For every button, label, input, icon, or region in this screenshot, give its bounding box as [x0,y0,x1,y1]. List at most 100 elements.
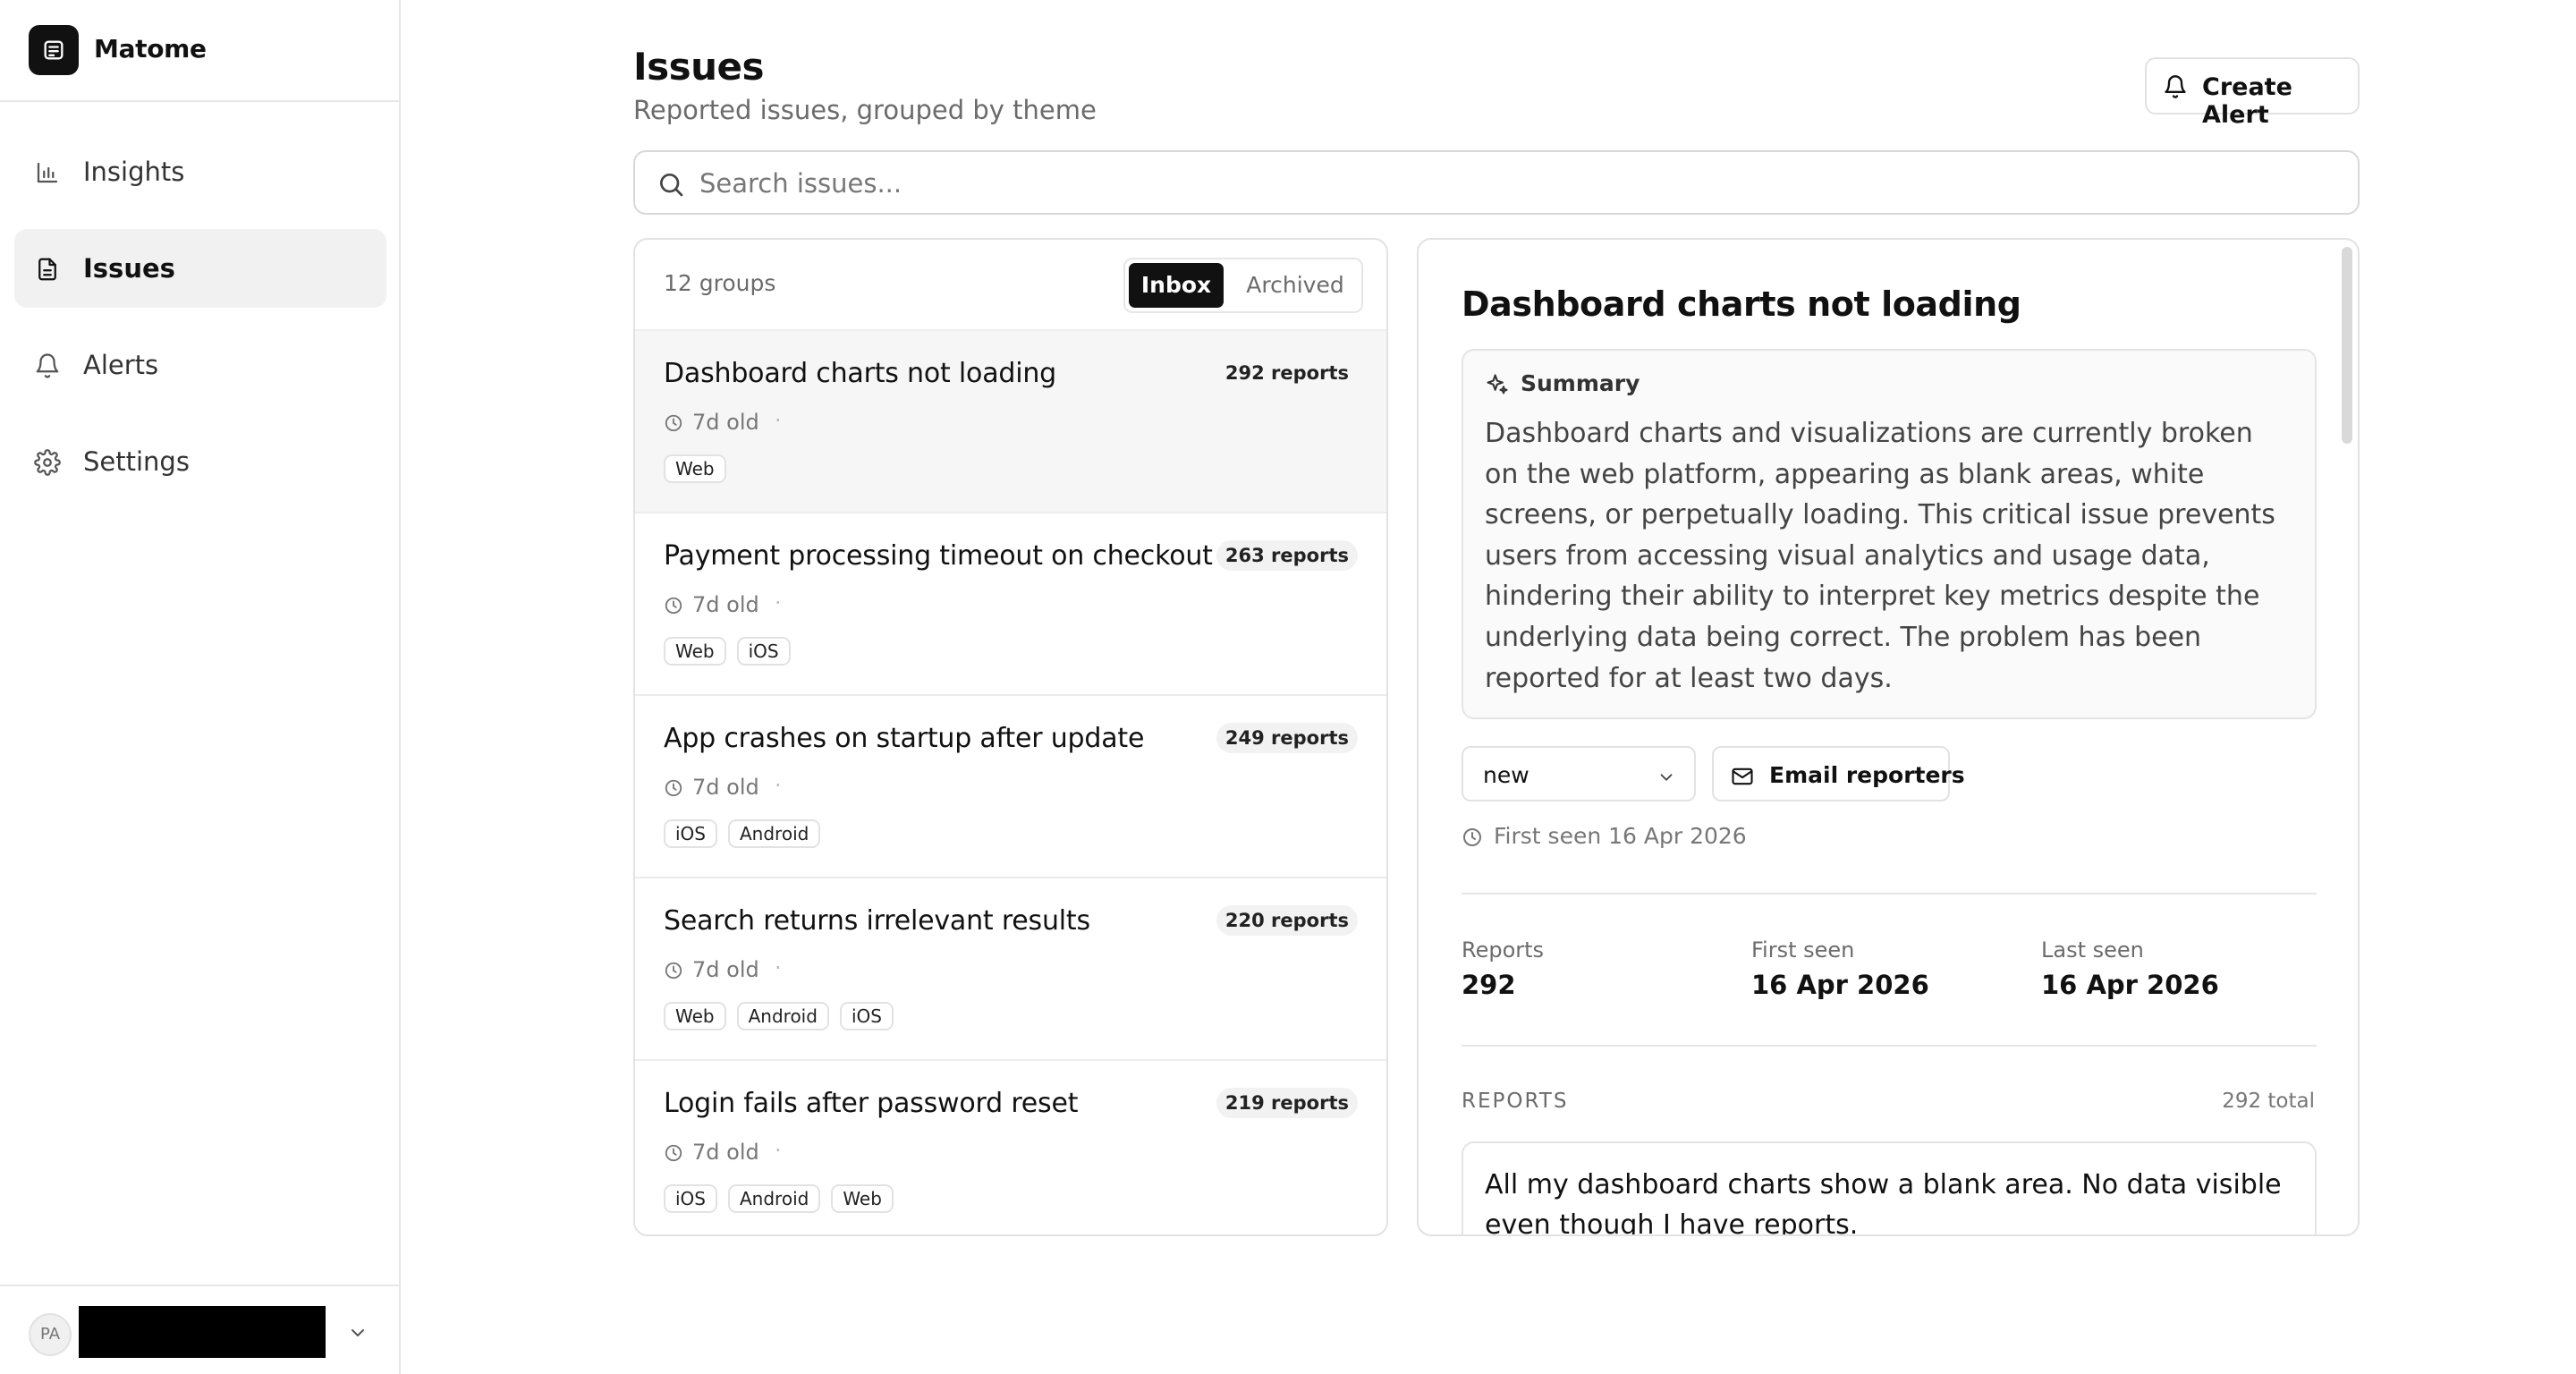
report-count-badge: 292 reports [1224,362,1349,384]
platform-tags: iOS Android Web [664,1184,894,1215]
divider [1462,1045,2317,1047]
stat-first-seen: First seen 16 Apr 2026 [1751,937,1929,1000]
age-label: 7d old [692,775,759,800]
bell-icon [2165,75,2186,98]
document-icon [38,258,56,281]
platform-tag: Android [736,1002,829,1030]
avatar: PA [29,1313,72,1356]
issue-row[interactable]: App crashes on startup after update 249 … [635,696,1386,878]
clock-icon [1463,828,1481,846]
sidebar-item-alerts[interactable]: Alerts [14,326,386,404]
sparkles-icon [1487,374,1508,394]
report-count-badge: 220 reports [1216,905,1358,936]
separator-dot: · [775,590,782,615]
report-count-badge: 219 reports [1216,1088,1358,1118]
issue-list-panel: 12 groups Inbox Archived Dashboard chart… [633,238,1388,1236]
divider [1462,893,2317,895]
issue-row[interactable]: Search returns irrelevant results 220 re… [635,878,1386,1061]
sidebar-item-label: Settings [83,446,190,477]
sidebar-item-label: Issues [83,253,175,284]
sidebar-item-label: Alerts [83,350,159,380]
report-text: All my dashboard charts show a blank are… [1485,1169,2282,1236]
bell-icon [36,353,59,378]
search-input[interactable] [699,165,2327,202]
platform-tag: iOS [839,1002,894,1030]
groups-count: 12 groups [664,270,776,296]
platform-tags: Web Android iOS [664,1002,894,1032]
sidebar: Matome Insights Issues Alerts Settings P… [0,0,401,1374]
summary-text: Dashboard charts and visualizations are … [1485,418,2275,694]
stat-label: Reports [1462,937,1545,963]
age-label: 7d old [692,592,759,617]
email-reporters-button[interactable]: Email reporters [1712,746,1965,802]
platform-tag: Web [664,454,726,483]
tab-archived[interactable]: Archived [1234,263,1356,308]
age-label: 7d old [692,1140,759,1165]
age-label: 7d old [692,957,759,982]
age-label: 7d old [692,410,759,435]
separator-dot: · [775,408,782,433]
separator-dot: · [775,1138,782,1163]
sidebar-item-issues[interactable]: Issues [14,229,386,308]
issue-title: Payment processing timeout on checkout [664,540,1213,572]
platform-tags: iOS Android [664,819,821,850]
brand: Matome [0,0,399,102]
issue-title: Search returns irrelevant results [664,905,1090,937]
page-title: Issues [633,45,765,89]
issue-title: Login fails after password reset [664,1088,1079,1119]
status-select[interactable]: new [1462,746,1696,802]
stat-value: 16 Apr 2026 [1751,970,1929,1000]
summary-label: Summary [1521,370,1640,396]
reports-heading: REPORTS [1462,1090,1569,1113]
platform-tags: Web iOS [664,637,791,667]
list-header: 12 groups Inbox Archived [635,240,1386,331]
sidebar-item-settings[interactable]: Settings [14,422,386,501]
issue-row[interactable]: Login fails after password reset 219 rep… [635,1061,1386,1234]
issue-title: Dashboard charts not loading [664,358,1057,389]
issue-row[interactable]: Dashboard charts not loading 292 reports… [635,331,1386,513]
platform-tag: Android [728,1184,821,1213]
issue-row[interactable]: Payment processing timeout on checkout 2… [635,513,1386,696]
gear-icon [34,449,61,476]
report-count-badge: 249 reports [1216,723,1358,753]
email-reporters-label: Email reporters [1769,762,1965,788]
app-name: Matome [94,34,207,64]
platform-tag: iOS [736,637,791,666]
clock-icon [665,597,682,615]
stat-reports: Reports 292 [1462,937,1544,1000]
mail-icon [1732,768,1753,785]
stat-value: 16 Apr 2026 [2041,970,2219,1000]
scrollbar[interactable] [2342,247,2352,444]
create-alert-label: Create Alert [2202,73,2292,129]
chevron-down-icon [1660,774,1673,781]
tab-inbox[interactable]: Inbox [1129,263,1224,308]
user-menu[interactable]: PA [0,1285,399,1374]
status-value: new [1483,762,1530,788]
sidebar-item-insights[interactable]: Insights [14,132,386,211]
clock-icon [665,414,682,432]
summary-box: Summary Dashboard charts and visualizati… [1462,349,2317,719]
report-card[interactable]: All my dashboard charts show a blank are… [1462,1141,2317,1236]
platform-tags: Web [664,454,726,485]
inbox-archive-toggle: Inbox Archived [1123,258,1363,313]
create-alert-button[interactable]: Create Alert [2145,57,2360,129]
platform-tag: Web [831,1184,894,1213]
search-bar[interactable] [633,150,2360,215]
reports-total: 292 total [2222,1090,2315,1113]
issue-title: App crashes on startup after update [664,723,1145,754]
search-icon [660,174,683,197]
platform-tag: Web [664,637,726,666]
clock-icon [665,779,682,797]
app-logo-icon[interactable] [29,25,79,75]
page-subtitle: Reported issues, grouped by theme [633,95,1097,125]
platform-tag: iOS [664,1184,717,1213]
stat-label: Last seen [2041,937,2144,963]
detail-title: Dashboard charts not loading [1462,284,2021,324]
chevron-down-icon[interactable] [347,1322,369,1344]
separator-dot: · [775,955,782,980]
sidebar-item-label: Insights [83,157,185,187]
clock-icon [665,962,682,980]
platform-tag: Android [728,819,821,848]
bar-chart-icon [37,162,58,183]
stat-last-seen: Last seen 16 Apr 2026 [2041,937,2219,1000]
